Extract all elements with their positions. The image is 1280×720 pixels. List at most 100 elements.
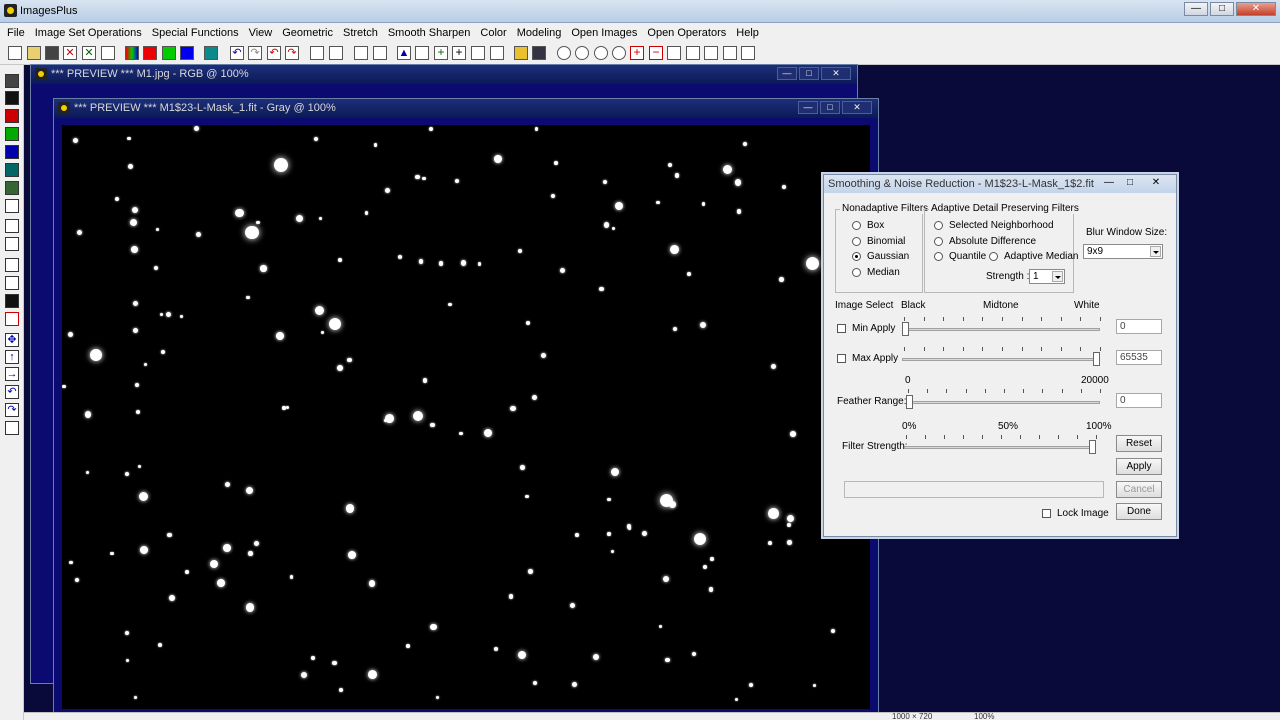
- table-icon[interactable]: [471, 46, 485, 60]
- expand-icon[interactable]: +: [630, 46, 644, 60]
- menu-image-set-operations[interactable]: Image Set Operations: [30, 27, 147, 39]
- mask-tool-icon[interactable]: [5, 181, 19, 195]
- new-file-icon[interactable]: [8, 46, 22, 60]
- up-arrow-icon[interactable]: ↑: [5, 350, 19, 364]
- measure-icon[interactable]: [373, 46, 387, 60]
- crop-tool-icon[interactable]: [5, 199, 19, 213]
- radio-button[interactable]: [934, 252, 943, 261]
- max-apply-value[interactable]: 65535: [1116, 350, 1162, 365]
- menu-modeling[interactable]: Modeling: [512, 27, 567, 39]
- radio-button[interactable]: [852, 268, 861, 277]
- menu-smooth-sharpen[interactable]: Smooth Sharpen: [383, 27, 476, 39]
- rotate-left-icon[interactable]: ↶: [5, 385, 19, 399]
- replace-tool-icon[interactable]: [5, 312, 19, 326]
- min-apply-slider-thumb[interactable]: [902, 322, 909, 336]
- close-icon[interactable]: ✕: [1236, 2, 1276, 16]
- max-apply-slider-thumb[interactable]: [1093, 352, 1100, 366]
- cancel-icon[interactable]: ✕: [82, 46, 96, 60]
- radio-button[interactable]: [852, 252, 861, 261]
- radio-gaussian[interactable]: Gaussian: [852, 251, 909, 262]
- menu-open-operators[interactable]: Open Operators: [642, 27, 731, 39]
- close-icon[interactable]: ✕: [842, 101, 872, 114]
- radio-button[interactable]: [989, 252, 998, 261]
- print-icon[interactable]: [101, 46, 115, 60]
- zoom-in-icon[interactable]: [557, 46, 571, 60]
- min-apply-slider[interactable]: [902, 328, 1100, 331]
- line-tool-icon[interactable]: [5, 237, 19, 251]
- frame-4-icon[interactable]: [723, 46, 737, 60]
- frame-5-icon[interactable]: [741, 46, 755, 60]
- blur-window-select[interactable]: 9x9: [1083, 244, 1163, 259]
- crosshair-icon[interactable]: +: [452, 46, 466, 60]
- radio-selected-neighborhood[interactable]: Selected Neighborhood: [934, 220, 1054, 231]
- checkbox[interactable]: [837, 354, 846, 363]
- red-channel-icon[interactable]: [143, 46, 157, 60]
- shrink-icon[interactable]: −: [649, 46, 663, 60]
- menu-geometric[interactable]: Geometric: [277, 27, 338, 39]
- done-button[interactable]: Done: [1116, 503, 1162, 520]
- radio-median[interactable]: Median: [852, 267, 900, 278]
- minimize-icon[interactable]: —: [777, 67, 797, 80]
- blue-tool-icon[interactable]: [5, 145, 19, 159]
- radio-button[interactable]: [852, 237, 861, 246]
- feather-range-slider-thumb[interactable]: [906, 395, 913, 409]
- preview-window-gray-titlebar[interactable]: *** PREVIEW *** M1$23-L-Mask_1.fit - Gra…: [54, 99, 878, 118]
- radio-quantile[interactable]: Quantile: [934, 251, 986, 262]
- menu-view[interactable]: View: [244, 27, 278, 39]
- rotate-tool-icon[interactable]: [5, 219, 19, 233]
- histogram-icon[interactable]: ▲: [397, 46, 411, 60]
- redo-icon[interactable]: ↷: [248, 46, 262, 60]
- max-apply-checkbox[interactable]: Max Apply: [837, 353, 898, 364]
- reset-button[interactable]: Reset: [1116, 435, 1162, 452]
- save-icon[interactable]: [45, 46, 59, 60]
- maximize-icon[interactable]: □: [1210, 2, 1234, 16]
- radio-absolute-difference[interactable]: Absolute Difference: [934, 236, 1036, 247]
- frame-3-icon[interactable]: [704, 46, 718, 60]
- chevron-down-icon[interactable]: [1052, 271, 1063, 282]
- menu-help[interactable]: Help: [731, 27, 764, 39]
- minimize-icon[interactable]: —: [798, 101, 818, 114]
- filter-strength-slider-thumb[interactable]: [1089, 440, 1096, 454]
- levels-icon[interactable]: [415, 46, 429, 60]
- image-canvas[interactable]: [62, 125, 870, 709]
- apply-button[interactable]: Apply: [1116, 458, 1162, 475]
- grid-icon[interactable]: [204, 46, 218, 60]
- minimize-icon[interactable]: —: [1100, 177, 1118, 189]
- red-tool-icon[interactable]: [5, 109, 19, 123]
- feather-range-value[interactable]: 0: [1116, 393, 1162, 408]
- menu-file[interactable]: File: [2, 27, 30, 39]
- radio-button[interactable]: [852, 221, 861, 230]
- dialog-titlebar[interactable]: Smoothing & Noise Reduction - M1$23-L-Ma…: [824, 175, 1176, 193]
- layer-tool-icon[interactable]: [5, 163, 19, 177]
- copy-tool-icon[interactable]: [5, 421, 19, 435]
- radio-binomial[interactable]: Binomial: [852, 236, 905, 247]
- black-tool-icon[interactable]: [5, 294, 19, 308]
- zoom-actual-icon[interactable]: [612, 46, 626, 60]
- zoom-fit-icon[interactable]: [594, 46, 608, 60]
- preview-window-rgb-titlebar[interactable]: *** PREVIEW *** M1.jpg - RGB @ 100% — □ …: [31, 65, 857, 84]
- checkbox[interactable]: [837, 324, 846, 333]
- radio-adaptive-median[interactable]: Adaptive Median: [989, 251, 1079, 262]
- menu-stretch[interactable]: Stretch: [338, 27, 383, 39]
- frame-2-icon[interactable]: [686, 46, 700, 60]
- radio-button[interactable]: [934, 221, 943, 230]
- close-image-icon[interactable]: ✕: [63, 46, 77, 60]
- maximize-icon[interactable]: □: [799, 67, 819, 80]
- frame-1-icon[interactable]: [667, 46, 681, 60]
- undo-all-icon[interactable]: ↶: [267, 46, 281, 60]
- rgb-channels-icon[interactable]: [125, 46, 139, 60]
- undo-icon[interactable]: ↶: [230, 46, 244, 60]
- calculator-icon[interactable]: [532, 46, 546, 60]
- strength-select[interactable]: 1: [1029, 269, 1065, 284]
- maximize-icon[interactable]: □: [1121, 177, 1139, 189]
- cancel-button[interactable]: Cancel: [1116, 481, 1162, 498]
- preview-window-gray[interactable]: *** PREVIEW *** M1$23-L-Mask_1.fit - Gra…: [53, 98, 879, 718]
- green-tool-icon[interactable]: [5, 127, 19, 141]
- save-tool-icon[interactable]: [5, 74, 19, 88]
- green-channel-icon[interactable]: [162, 46, 176, 60]
- select-tool-icon[interactable]: [5, 258, 19, 272]
- dots-icon[interactable]: [354, 46, 368, 60]
- minimize-icon[interactable]: —: [1184, 2, 1208, 16]
- black-point-icon[interactable]: [5, 91, 19, 105]
- blue-channel-icon[interactable]: [180, 46, 194, 60]
